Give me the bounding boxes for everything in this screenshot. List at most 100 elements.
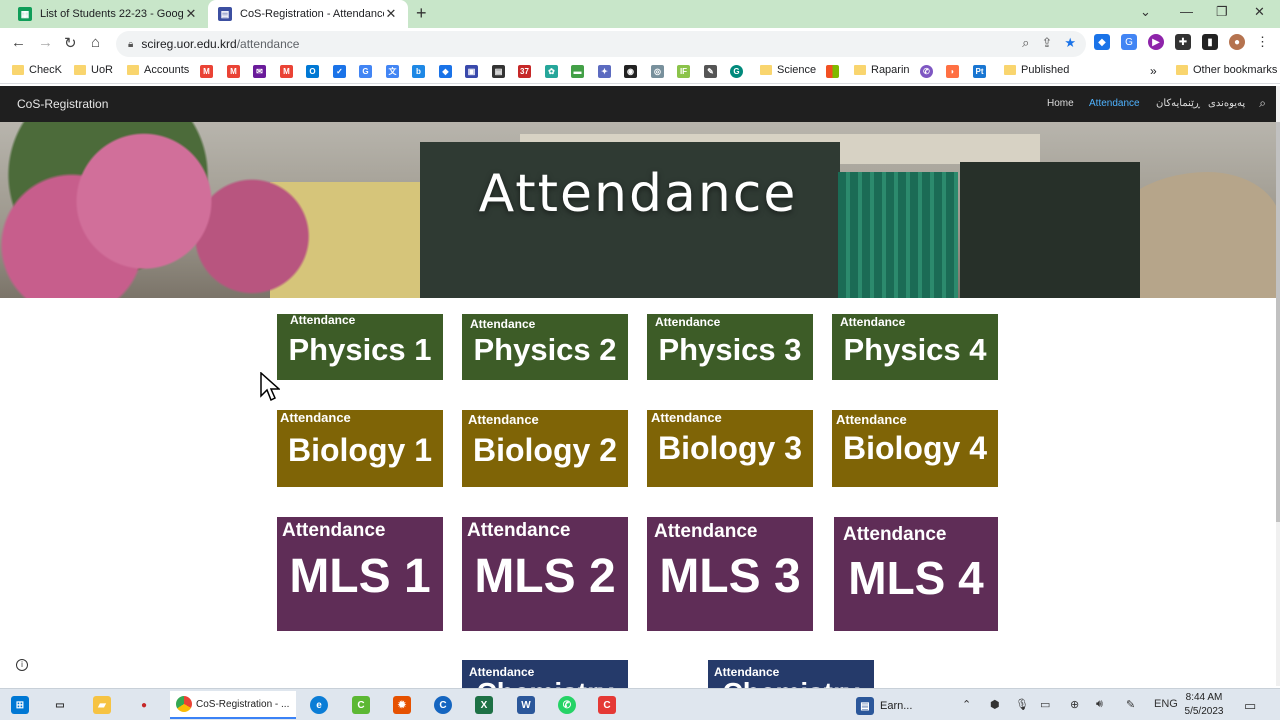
bookmark-uor[interactable]: UoR — [74, 64, 113, 76]
taskbar-clock[interactable]: 8:44 AM 5/5/2023 — [1180, 691, 1228, 719]
other-bookmarks[interactable]: Other bookmarks — [1176, 64, 1277, 76]
info-icon[interactable]: i — [16, 659, 28, 671]
close-tab-icon[interactable]: ✕ — [384, 6, 398, 22]
recorder-icon[interactable]: C — [598, 696, 616, 714]
tab-students-sheet[interactable]: ▦ List of Students 22-23 - Google S ✕ — [8, 0, 208, 28]
bookmark-37-icon[interactable]: 37 — [518, 65, 531, 78]
card-mls-1[interactable]: Attendance MLS 1 — [277, 517, 443, 631]
bookmark-science[interactable]: Science — [760, 64, 816, 76]
file-explorer-icon[interactable]: ▰ — [93, 696, 111, 714]
new-tab-icon[interactable]: + — [416, 3, 427, 24]
contact-card-icon[interactable]: ▤ — [492, 65, 505, 78]
gmail-icon[interactable]: M — [280, 65, 293, 78]
taskbar-earn-button[interactable]: ▤ Earn... — [856, 697, 912, 715]
impact-factor-icon[interactable]: IF — [677, 65, 690, 78]
page-scrollbar[interactable] — [1276, 86, 1280, 686]
restore-icon[interactable]: ❐ — [1216, 4, 1228, 20]
card-physics-2[interactable]: Attendance Physics 2 — [462, 314, 628, 380]
task-view-icon[interactable]: ▭ — [51, 696, 69, 714]
card-physics-1[interactable]: Attendance Physics 1 — [277, 314, 443, 380]
bing-icon[interactable]: b — [412, 65, 425, 78]
zoom-icon[interactable]: ⌕ — [1022, 35, 1029, 51]
camera-icon[interactable]: ◉ — [624, 65, 637, 78]
camtasia-icon[interactable]: C — [352, 696, 370, 714]
bookmark-published[interactable]: Published — [1004, 64, 1069, 76]
nav-attendance[interactable]: Attendance — [1089, 98, 1140, 109]
scrollbar-thumb[interactable] — [1276, 122, 1280, 522]
gmail-icon[interactable]: M — [227, 65, 240, 78]
battery-icon[interactable]: ▭ — [1040, 698, 1050, 711]
home-icon[interactable]: ⌂ — [91, 34, 100, 51]
translate-icon[interactable]: 文 — [386, 65, 399, 78]
card-chemistry-1[interactable]: Attendance Chemistry — [462, 660, 628, 688]
google-icon[interactable]: G — [359, 65, 372, 78]
share-icon[interactable]: ⇪ — [1041, 35, 1052, 51]
windows-start-icon[interactable]: ⊞ — [11, 696, 29, 714]
taskbar-chrome-button[interactable]: CoS-Registration - ... — [170, 691, 296, 719]
messenger-icon[interactable]: ✆ — [920, 65, 933, 78]
media-icon[interactable]: ▶ — [1148, 34, 1164, 50]
network-icon[interactable]: ⊕ — [1070, 698, 1079, 711]
microsoft-icon[interactable] — [826, 65, 839, 78]
globe-icon[interactable]: ◎ — [651, 65, 664, 78]
card-chemistry-2[interactable]: Attendance Chemistry — [708, 660, 874, 688]
lock-icon[interactable]: 🔒︎ — [128, 39, 133, 50]
app-icon[interactable]: ● — [135, 696, 153, 714]
tab-attendance[interactable]: ▤ CoS-Registration - Attendance ✕ — [208, 0, 408, 28]
nav-contact[interactable]: پەیوەندی — [1208, 98, 1245, 109]
check-icon[interactable]: ✓ — [333, 65, 346, 78]
card-biology-2[interactable]: Attendance Biology 2 — [462, 410, 628, 487]
back-icon[interactable]: ← — [11, 34, 26, 51]
bookmark-check[interactable]: CheсK — [12, 64, 62, 76]
scholar-icon[interactable]: ◆ — [439, 65, 452, 78]
excel-icon[interactable]: X — [475, 696, 493, 714]
card-mls-3[interactable]: Attendance MLS 3 — [647, 517, 813, 631]
app-icon[interactable]: ◗ — [946, 65, 959, 78]
volume-icon[interactable]: 🔊︎ — [1096, 698, 1103, 711]
card-biology-1[interactable]: Attendance Biology 1 — [277, 410, 443, 487]
translate-icon[interactable]: G — [1121, 34, 1137, 50]
word-icon[interactable]: W — [517, 696, 535, 714]
bookmarks-overflow-icon[interactable]: » — [1150, 64, 1157, 78]
side-panel-icon[interactable]: ▮ — [1202, 34, 1218, 50]
app-c-icon[interactable]: C — [434, 696, 452, 714]
dropbox-icon[interactable]: ⬢ — [990, 698, 1000, 711]
reload-icon[interactable]: ↻ — [64, 34, 77, 52]
chatgpt-icon[interactable]: ✿ — [545, 65, 558, 78]
mic-icon[interactable]: 🎙︎ — [1015, 698, 1029, 711]
pen-icon[interactable]: ✎ — [1126, 698, 1135, 711]
nav-guide[interactable]: ڕێنمایەکان — [1156, 98, 1200, 109]
bookmark-raparin[interactable]: Raparin — [854, 64, 910, 76]
menu-kebab-icon[interactable]: ⋮ — [1256, 34, 1269, 50]
whatsapp-icon[interactable]: ✆ — [558, 696, 576, 714]
profile-avatar[interactable]: ● — [1229, 34, 1245, 50]
language-indicator[interactable]: ENG — [1154, 698, 1178, 710]
grammarly-icon[interactable]: G — [730, 65, 743, 78]
tray-overflow-icon[interactable]: ⌃ — [962, 698, 971, 711]
university-icon[interactable]: ▣ — [465, 65, 478, 78]
edge-icon[interactable]: e — [310, 696, 328, 714]
site-brand[interactable]: CoS-Registration — [17, 97, 108, 111]
extensions-puzzle-icon[interactable]: ✚ — [1175, 34, 1191, 50]
pt-icon[interactable]: Pt — [973, 65, 986, 78]
gmail-icon[interactable]: M — [200, 65, 213, 78]
card-physics-3[interactable]: Attendance Physics 3 — [647, 314, 813, 380]
mail-icon[interactable]: ✉ — [253, 65, 266, 78]
app-burst-icon[interactable]: ✹ — [393, 696, 411, 714]
bar-icon[interactable]: ▬ — [571, 65, 584, 78]
address-bar[interactable]: 🔒︎ scireg.uor.edu.krd/attendance ⌕ ⇪ ★ — [116, 31, 1086, 57]
search-icon[interactable]: ⌕ — [1259, 96, 1266, 111]
forward-icon[interactable]: → — [38, 34, 53, 51]
card-mls-4[interactable]: Attendance MLS 4 — [834, 517, 998, 631]
close-tab-icon[interactable]: ✕ — [184, 6, 198, 22]
pen-icon[interactable]: ✎ — [704, 65, 717, 78]
outlook-icon[interactable]: O — [306, 65, 319, 78]
bookmark-star-icon[interactable]: ★ — [1064, 35, 1076, 51]
sparkle-icon[interactable]: ✦ — [598, 65, 611, 78]
extension-icon[interactable]: ◆ — [1094, 34, 1110, 50]
card-biology-3[interactable]: Attendance Biology 3 — [647, 410, 813, 487]
card-physics-4[interactable]: Attendance Physics 4 — [832, 314, 998, 380]
minimize-icon[interactable]: — — [1180, 4, 1193, 19]
notifications-icon[interactable]: ▭ — [1244, 698, 1256, 714]
nav-home[interactable]: Home — [1047, 98, 1074, 109]
